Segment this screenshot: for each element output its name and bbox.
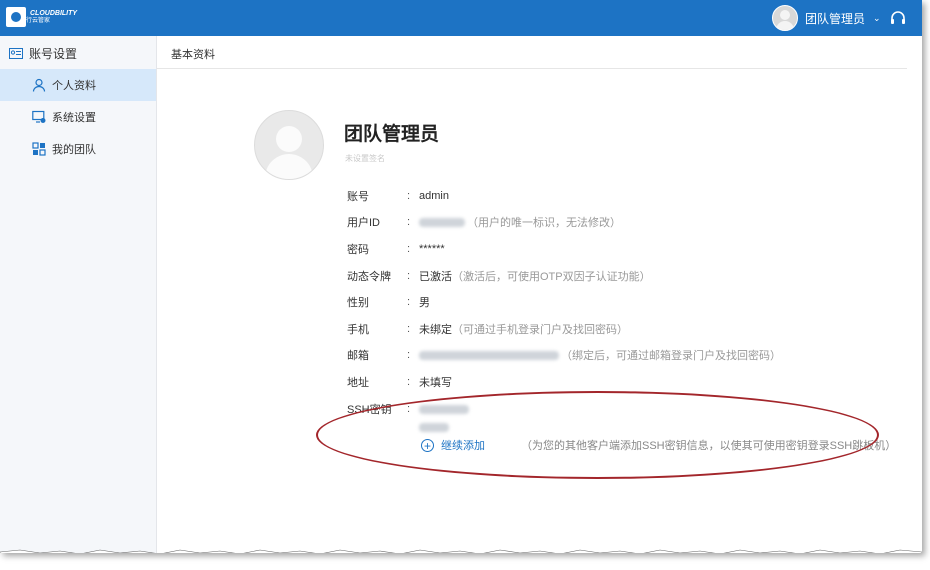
app-window: CLOUDBILITY 行云管家 团队管理员 ⌄ 账号设置 个人资料 系统设置 …: [0, 0, 922, 553]
field-label: 密码: [347, 244, 369, 256]
field-password: 密码 : ******: [347, 241, 445, 257]
field-otp-token: 动态令牌 : 已激活 （激活后，可使用OTP双因子认证功能）: [347, 268, 651, 284]
field-colon: :: [407, 243, 411, 255]
field-user-id: 用户ID : （用户的唯一标识，无法修改）: [347, 214, 621, 230]
field-colon: :: [407, 349, 411, 361]
id-card-icon: [9, 48, 23, 59]
field-label: 用户ID: [347, 217, 380, 229]
field-value: 男: [419, 297, 430, 309]
field-label: 地址: [347, 377, 369, 389]
logo-icon: [6, 7, 26, 27]
monitor-gear-icon: [32, 110, 46, 123]
field-label: 动态令牌: [347, 271, 391, 283]
chevron-down-icon[interactable]: ⌄: [873, 13, 881, 24]
profile-avatar[interactable]: [254, 110, 324, 180]
field-colon: :: [407, 376, 411, 388]
top-bar: CLOUDBILITY 行云管家 团队管理员 ⌄: [0, 0, 922, 36]
field-colon: :: [407, 323, 411, 335]
grid-icon: [32, 142, 46, 156]
signature-text[interactable]: 未设置签名: [345, 153, 385, 164]
field-value: 未填写: [419, 377, 452, 389]
field-colon: :: [407, 296, 411, 308]
field-note: （用户的唯一标识，无法修改）: [467, 217, 621, 229]
sidebar-group-account-settings: 账号设置: [9, 45, 77, 62]
sidebar-group-label: 账号设置: [29, 47, 78, 61]
person-icon: [32, 78, 46, 92]
logo[interactable]: CLOUDBILITY 行云管家: [6, 7, 77, 27]
field-email: 邮箱 : （绑定后，可通过邮箱登录门户及找回密码）: [347, 347, 781, 363]
logo-subtext: 行云管家: [26, 17, 51, 24]
redacted-value: [419, 350, 559, 360]
field-colon: :: [407, 216, 411, 228]
headset-icon[interactable]: [890, 10, 906, 26]
divider: [157, 68, 907, 69]
sidebar-item-label: 系统设置: [52, 112, 96, 124]
page-title: 团队管理员: [344, 124, 440, 145]
field-value: 未绑定: [419, 324, 452, 336]
field-colon: :: [407, 270, 411, 282]
sidebar-item-system-settings[interactable]: 系统设置: [0, 101, 156, 133]
field-label: 账号: [347, 191, 369, 203]
sidebar-item-label: 个人资料: [52, 80, 96, 92]
sidebar: 账号设置 个人资料 系统设置 我的团队: [0, 36, 157, 553]
sidebar-item-profile[interactable]: 个人资料: [0, 69, 156, 101]
logo-text: CLOUDBILITY: [30, 9, 78, 17]
torn-edge: [0, 549, 922, 553]
highlight-ellipse: [316, 391, 879, 479]
field-value: 已激活: [419, 271, 452, 283]
field-account: 账号 : admin: [347, 188, 449, 204]
field-colon: :: [407, 190, 411, 202]
field-label: 邮箱: [347, 350, 369, 362]
field-label: 性别: [347, 297, 369, 309]
field-note: （绑定后，可通过邮箱登录门户及找回密码）: [561, 350, 781, 362]
user-menu[interactable]: 团队管理员 ⌄: [772, 5, 881, 31]
sidebar-item-my-team[interactable]: 我的团队: [0, 133, 156, 165]
field-note: （可通过手机登录门户及找回密码）: [452, 324, 628, 336]
user-name[interactable]: 团队管理员: [805, 10, 865, 27]
field-value: admin: [419, 190, 449, 202]
field-note: （激活后，可使用OTP双因子认证功能）: [452, 271, 651, 283]
field-gender: 性别 : 男: [347, 294, 430, 310]
field-address: 地址 : 未填写: [347, 374, 452, 390]
breadcrumb: 基本资料: [171, 49, 215, 61]
field-phone: 手机 : 未绑定 （可通过手机登录门户及找回密码）: [347, 321, 628, 337]
sidebar-item-label: 我的团队: [52, 144, 96, 156]
redacted-value: [419, 217, 465, 227]
field-value: ******: [419, 243, 445, 255]
field-label: 手机: [347, 324, 369, 336]
avatar[interactable]: [772, 5, 798, 31]
